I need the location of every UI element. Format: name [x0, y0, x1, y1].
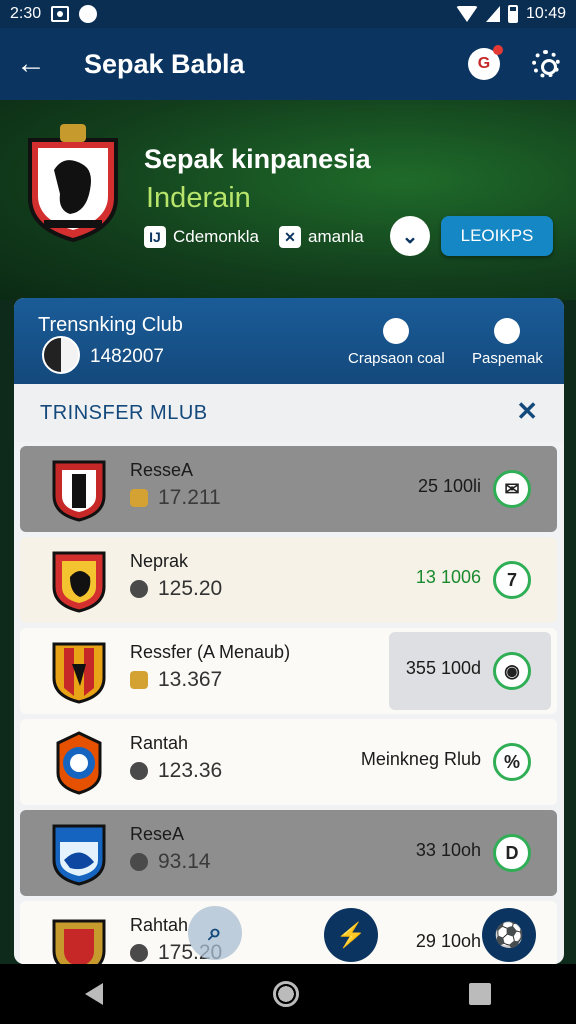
club-region: Inderain: [146, 182, 251, 214]
club-crest-icon: [52, 919, 106, 964]
row-score: 25 100li: [417, 476, 481, 496]
club-crest-logo: [28, 124, 118, 242]
list-item[interactable]: Neprak 125.20 13 1006 7: [20, 537, 557, 623]
calendar-icon: IJ: [144, 226, 166, 248]
row-value: 93.14: [158, 850, 211, 873]
row-name: ResseA: [130, 460, 194, 480]
back-arrow-icon[interactable]: ←: [16, 47, 52, 81]
compare-action[interactable]: Crapsaon coal: [348, 318, 445, 367]
row-name: Rantah: [130, 733, 189, 753]
club-name: Sepak kinpanesia: [144, 144, 371, 174]
status-bar: 2:30 10:49: [0, 0, 576, 28]
row-value-wrap: 125.20: [130, 577, 222, 601]
list-header: TRINSFER MLUB ✕: [14, 384, 564, 442]
signal-icon: [485, 6, 500, 22]
star-icon: [130, 944, 148, 962]
app-title: Sepak Babla: [84, 48, 245, 79]
pass-label: Paspemak: [472, 350, 543, 367]
row-name: Ressfer (A Menaub): [130, 642, 291, 662]
club-crest-icon: [52, 460, 106, 522]
row-value-wrap: 13.367: [130, 668, 222, 692]
row-score: 355 100d: [405, 658, 481, 678]
coin-icon: [130, 671, 148, 689]
chevron-down-icon: ⌄: [401, 225, 419, 248]
row-score: 33 10oh: [415, 840, 481, 860]
row-score: 13 1006: [415, 567, 481, 587]
settings-gear-icon[interactable]: [532, 50, 560, 78]
ball-icon[interactable]: ◉: [493, 652, 531, 690]
panel-header: Trensnking Club 1482007 Crapsaon coal Pa…: [14, 298, 564, 384]
notification-icon: [79, 5, 98, 23]
avatar: [42, 336, 80, 374]
wifi-icon: [455, 6, 478, 22]
star-icon: [130, 853, 148, 871]
player-fab[interactable]: ⚡: [324, 908, 378, 962]
row-value: 123.36: [158, 759, 223, 782]
row-badge[interactable]: 7: [493, 561, 531, 599]
list-item[interactable]: Ressfer (A Menaub) 13.367 355 100d ◉: [20, 628, 557, 714]
row-value: 17.211: [158, 486, 221, 509]
status-left-text: 2:30: [10, 5, 42, 22]
status-time: 10:49: [525, 5, 566, 22]
expand-button[interactable]: ⌄: [390, 216, 430, 256]
close-icon[interactable]: ✕: [516, 396, 538, 427]
list-item[interactable]: ReseA 93.14 33 10oh D: [20, 810, 557, 896]
row-value-wrap: 17.211: [130, 486, 221, 510]
chip-calendar-label: Cdemonkla: [173, 227, 259, 246]
app-bar: ← Sepak Babla G: [0, 28, 576, 100]
club-crest-icon: [52, 642, 106, 704]
pass-action[interactable]: Paspemak: [472, 318, 543, 367]
row-name: Neprak: [130, 551, 189, 571]
search-fab[interactable]: ⌕: [188, 906, 242, 960]
star-icon: [130, 762, 148, 780]
mail-icon[interactable]: ✉: [493, 470, 531, 508]
club-crest-icon: [52, 551, 106, 613]
system-nav-bar: [0, 964, 576, 1024]
row-badge[interactable]: D: [493, 834, 531, 872]
row-value: 13.367: [158, 668, 223, 691]
row-value-wrap: 93.14: [130, 850, 211, 874]
battery-icon: [507, 5, 518, 23]
coin-icon: [130, 489, 148, 507]
row-value: 125.20: [158, 577, 223, 600]
row-badge[interactable]: %: [493, 743, 531, 781]
club-hero: Sepak kinpanesia Inderain IJ Cdemonkla ✕…: [0, 100, 576, 300]
panel-number: 1482007: [90, 346, 164, 367]
transfer-panel: Trensnking Club 1482007 Crapsaon coal Pa…: [14, 298, 564, 964]
search-icon: ⌕: [208, 919, 222, 946]
row-name: ReseA: [130, 824, 185, 844]
row-score: 29 10oh: [415, 931, 481, 951]
list-title: TRINSFER MLUB: [40, 402, 208, 424]
running-player-icon: ⚡: [336, 921, 366, 949]
list-item[interactable]: Rantah 123.36 Meinkneg Rlub %: [20, 719, 557, 805]
cloud-icon: [494, 318, 521, 344]
list-item[interactable]: Rahtah 175.20 29 10oh: [20, 901, 557, 964]
close-box-icon: ✕: [279, 226, 301, 248]
chip-calendar[interactable]: IJ Cdemonkla: [144, 226, 259, 248]
nav-recents-icon[interactable]: [469, 983, 491, 1005]
list-item[interactable]: ResseA 17.211 25 100li ✉: [20, 446, 557, 532]
star-icon: [130, 580, 148, 598]
row-name: Rahtah: [130, 915, 189, 935]
row-score: Meinkneg Rlub: [360, 749, 481, 769]
nav-home-icon[interactable]: [273, 981, 299, 1007]
nav-back-icon[interactable]: [85, 983, 103, 1005]
lookup-button[interactable]: LEOIKPS: [441, 216, 553, 256]
notification-badge-icon[interactable]: G: [468, 45, 503, 80]
compare-icon: [383, 318, 410, 344]
photo-icon: [51, 6, 70, 22]
compare-label: Crapsaon coal: [348, 350, 445, 367]
row-value-wrap: 123.36: [130, 759, 222, 783]
chip-match-label: amanla: [308, 227, 364, 246]
soccer-ball-icon: ⚽: [494, 921, 524, 949]
ball-fab[interactable]: ⚽: [482, 908, 536, 962]
club-crest-icon: [56, 731, 102, 795]
panel-title: Trensnking Club: [38, 314, 183, 336]
chip-match[interactable]: ✕ amanla: [279, 226, 364, 248]
club-crest-icon: [52, 824, 106, 886]
